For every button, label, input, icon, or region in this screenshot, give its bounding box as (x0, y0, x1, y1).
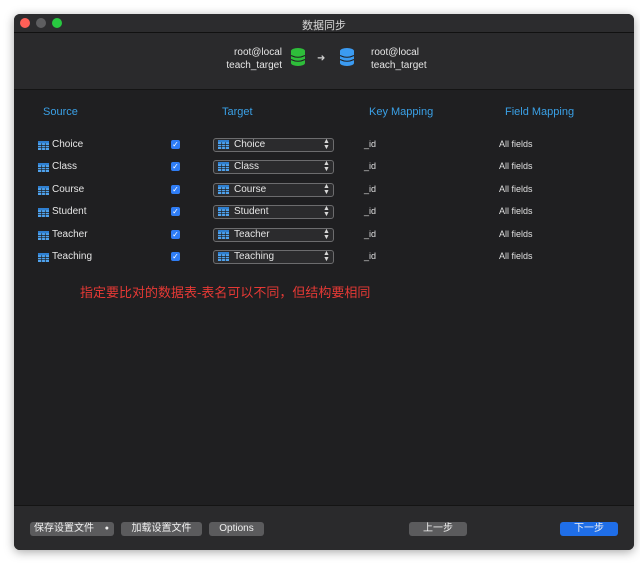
table-row: Student ✓ Student ▲ ▼ _id All fields (14, 205, 634, 225)
include-checkbox[interactable]: ✓ (171, 140, 180, 149)
key-mapping-value[interactable]: _id (364, 229, 376, 239)
target-table-name: Teaching (234, 251, 275, 262)
include-checkbox[interactable]: ✓ (171, 252, 180, 261)
window-title: 数据同步 (302, 20, 346, 32)
table-icon (38, 231, 49, 240)
target-table-select[interactable]: Teaching ▲ ▼ (213, 250, 334, 264)
include-checkbox[interactable]: ✓ (171, 207, 180, 216)
source-host: root@local (234, 47, 282, 58)
field-mapping-value[interactable]: All fields (499, 229, 533, 239)
save-settings-label: 保存设置文件 (34, 523, 94, 534)
source-table-name: Student (52, 206, 87, 217)
chevron-updown-icon: ▲ ▼ (323, 160, 330, 173)
target-table-name: Class (234, 161, 260, 172)
field-mapping-value[interactable]: All fields (499, 161, 533, 171)
field-mapping-value[interactable]: All fields (499, 184, 533, 194)
column-header-key-mapping: Key Mapping (369, 106, 434, 118)
source-connection: root@local teach_target (226, 46, 282, 72)
field-mapping-value[interactable]: All fields (499, 251, 533, 261)
load-settings-button[interactable]: 加载设置文件 (121, 522, 202, 536)
source-table-name: Teaching (52, 251, 93, 262)
key-mapping-value[interactable]: _id (364, 139, 376, 149)
target-table-name: Student (234, 206, 269, 217)
table-row: Class ✓ Class ▲ ▼ _id All fields (14, 160, 634, 180)
target-database-icon (339, 48, 355, 66)
include-checkbox[interactable]: ✓ (171, 162, 180, 171)
target-table-select[interactable]: Course ▲ ▼ (213, 183, 334, 197)
target-table-select[interactable]: Teacher ▲ ▼ (213, 228, 334, 242)
connection-header: root@local teach_target ➜ root@local tea… (14, 33, 634, 90)
table-icon (38, 141, 49, 150)
source-table-name: Teacher (52, 229, 88, 240)
key-mapping-value[interactable]: _id (364, 206, 376, 216)
key-mapping-value[interactable]: _id (364, 184, 376, 194)
chevron-updown-icon: ▲ ▼ (323, 228, 330, 241)
target-database: teach_target (371, 60, 427, 71)
include-checkbox[interactable]: ✓ (171, 185, 180, 194)
table-row: Teacher ✓ Teacher ▲ ▼ _id All fields (14, 228, 634, 248)
source-database: teach_target (226, 60, 282, 71)
options-button[interactable]: Options (209, 522, 264, 536)
title-bar: 数据同步 (14, 14, 634, 33)
table-icon (218, 207, 229, 216)
target-table-name: Teacher (234, 229, 270, 240)
save-settings-button[interactable]: 保存设置文件 ● (30, 522, 114, 536)
table-icon (38, 186, 49, 195)
column-header-source: Source (43, 106, 78, 118)
table-icon (218, 185, 229, 194)
chevron-updown-icon: ▲ ▼ (323, 138, 330, 151)
next-button[interactable]: 下一步 (560, 522, 618, 536)
table-icon (218, 230, 229, 239)
arrow-right-icon: ➜ (317, 53, 326, 64)
column-header-field-mapping: Field Mapping (505, 106, 575, 118)
previous-button[interactable]: 上一步 (409, 522, 467, 536)
target-connection: root@local teach_target (371, 46, 427, 72)
target-table-name: Choice (234, 139, 266, 150)
annotation-note: 指定要比对的数据表-表名可以不同，但结构要相同 (80, 285, 371, 300)
table-icon (218, 252, 229, 261)
data-sync-window: 数据同步 root@local teach_target ➜ root@loca… (14, 14, 634, 550)
target-table-name: Course (234, 184, 267, 195)
table-row: Course ✓ Course ▲ ▼ _id All fields (14, 183, 634, 203)
table-row: Teaching ✓ Teaching ▲ ▼ _id All fields (14, 250, 634, 270)
table-icon (38, 208, 49, 217)
key-mapping-value[interactable]: _id (364, 161, 376, 171)
target-host: root@local (371, 47, 419, 58)
key-mapping-value[interactable]: _id (364, 251, 376, 261)
dropdown-dot-icon: ● (104, 525, 109, 532)
column-header-target: Target (222, 106, 253, 118)
footer-bar: 保存设置文件 ● 加载设置文件 Options 上一步 下一步 (14, 505, 634, 550)
source-table-name: Class (52, 161, 78, 172)
table-row: Choice ✓ Choice ▲ ▼ _id All fields (14, 138, 634, 158)
target-table-select[interactable]: Choice ▲ ▼ (213, 138, 334, 152)
table-icon (218, 140, 229, 149)
target-table-select[interactable]: Class ▲ ▼ (213, 160, 334, 174)
table-icon (38, 163, 49, 172)
source-table-name: Choice (52, 139, 84, 150)
field-mapping-value[interactable]: All fields (499, 139, 533, 149)
target-table-select[interactable]: Student ▲ ▼ (213, 205, 334, 219)
source-table-name: Course (52, 184, 85, 195)
chevron-updown-icon: ▲ ▼ (323, 205, 330, 218)
table-icon (218, 162, 229, 171)
field-mapping-value[interactable]: All fields (499, 206, 533, 216)
source-database-icon (290, 48, 306, 66)
include-checkbox[interactable]: ✓ (171, 230, 180, 239)
chevron-updown-icon: ▲ ▼ (323, 183, 330, 196)
table-icon (38, 253, 49, 262)
chevron-updown-icon: ▲ ▼ (323, 250, 330, 263)
